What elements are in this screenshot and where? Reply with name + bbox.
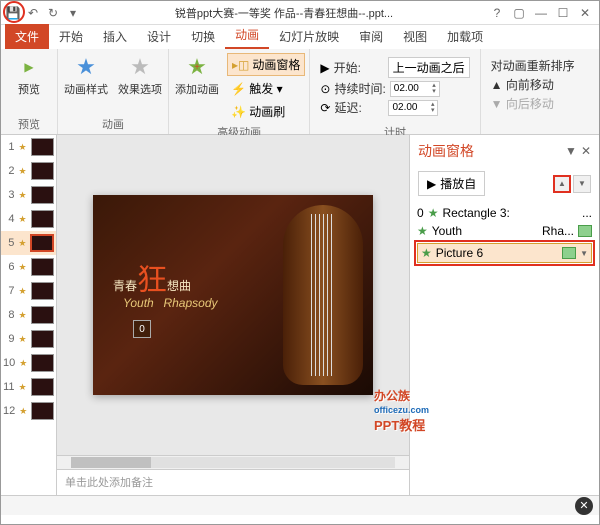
ribbon-toggle-icon[interactable]: ▢ (509, 5, 529, 21)
move-down-button[interactable]: ▼ (573, 175, 591, 193)
animation-painter-button[interactable]: ✨ 动画刷 (227, 101, 305, 122)
minimize-icon[interactable]: — (531, 5, 551, 21)
start-value[interactable]: 上一动画之后 (388, 57, 470, 78)
thumb-10[interactable]: 10★ (1, 351, 56, 375)
duration-label: 持续时间: (334, 80, 385, 97)
qat-more-icon[interactable]: ▾ (65, 5, 81, 21)
thumb-2[interactable]: 2★ (1, 159, 56, 183)
thumb-3[interactable]: 3★ (1, 183, 56, 207)
watermark: 办公族 officezu.com PPT教程 (374, 387, 429, 435)
delay-label: 延迟: (334, 99, 384, 116)
redo-icon[interactable]: ↻ (45, 5, 61, 21)
thumb-4[interactable]: 4★ (1, 207, 56, 231)
tab-transitions[interactable]: 切换 (181, 24, 225, 49)
duration-input[interactable]: 02.00▴▾ (390, 81, 440, 97)
thumb-7[interactable]: 7★ (1, 279, 56, 303)
animation-pane: 动画窗格 ▼ ✕ ▶播放自 ▲ ▼ 0★Rectangle 3:... ★You… (409, 135, 599, 495)
start-label: 开始: (334, 59, 384, 76)
maximize-icon[interactable]: ☐ (553, 5, 573, 21)
thumb-8[interactable]: 8★ (1, 303, 56, 327)
close-icon[interactable]: ✕ (575, 5, 595, 21)
thumb-5[interactable]: 5★ (1, 231, 56, 255)
window-title: 锐普ppt大赛-一等奖 作品--青春狂想曲--.ppt... (81, 5, 487, 21)
anim-style-button[interactable]: ★动画样式 (62, 51, 110, 99)
slide-canvas[interactable]: 青春狂想曲 Youth Rhapsody 0 (93, 195, 373, 395)
move-earlier-button[interactable]: ▲ 向前移动 (491, 76, 575, 93)
ribbon-tabs: 文件 开始 插入 设计 切换 动画 幻灯片放映 审阅 视图 加载项 (1, 25, 599, 49)
undo-icon[interactable]: ↶ (25, 5, 41, 21)
thumb-11[interactable]: 11★ (1, 375, 56, 399)
thumb-9[interactable]: 9★ (1, 327, 56, 351)
tab-design[interactable]: 设计 (137, 24, 181, 49)
tab-review[interactable]: 审阅 (349, 24, 393, 49)
thumb-12[interactable]: 12★ (1, 399, 56, 423)
slide-subtitle: Youth Rhapsody (123, 295, 218, 311)
delay-input[interactable]: 02.00▴▾ (388, 100, 438, 116)
status-close-icon[interactable]: ✕ (575, 497, 593, 515)
status-bar: ✕ (1, 495, 599, 515)
horizontal-scrollbar[interactable] (57, 455, 409, 469)
tab-addins[interactable]: 加载项 (437, 24, 493, 49)
help-icon[interactable]: ? (487, 5, 507, 21)
ribbon: ▶预览 预览 ★动画样式 ★效果选项 动画 ★+添加动画 ▸◫动画窗格 ⚡ 触发… (1, 49, 599, 135)
animation-list: 0★Rectangle 3:... ★YouthRha... ★Picture … (410, 200, 599, 270)
tab-file[interactable]: 文件 (5, 24, 49, 49)
slide-title: 青春狂想曲 (113, 255, 191, 299)
trigger-button[interactable]: ⚡ 触发 ▾ (227, 78, 305, 99)
thumb-6[interactable]: 6★ (1, 255, 56, 279)
effect-options-button[interactable]: ★效果选项 (116, 51, 164, 99)
notes-placeholder[interactable]: 单击此处添加备注 (57, 469, 409, 495)
editor-area: 青春狂想曲 Youth Rhapsody 0 办公族 officezu.com … (57, 135, 409, 495)
tab-slideshow[interactable]: 幻灯片放映 (269, 24, 349, 49)
tab-insert[interactable]: 插入 (93, 24, 137, 49)
animation-pane-button[interactable]: ▸◫动画窗格 (227, 53, 305, 76)
group-preview: 预览 (5, 114, 53, 132)
anim-item-picture6[interactable]: ★Picture 6▼ (417, 243, 592, 263)
pane-dropdown-icon[interactable]: ▼ (565, 144, 577, 158)
anim-item-rectangle[interactable]: 0★Rectangle 3:... (414, 204, 595, 222)
violin-graphic (283, 205, 363, 385)
slide-thumbnails[interactable]: 1★2★3★4★5★6★7★8★9★10★11★12★ (1, 135, 57, 495)
tab-home[interactable]: 开始 (49, 24, 93, 49)
thumb-1[interactable]: 1★ (1, 135, 56, 159)
play-from-button[interactable]: ▶播放自 (418, 171, 485, 196)
tab-animations[interactable]: 动画 (225, 22, 269, 49)
move-later-button[interactable]: ▼ 向后移动 (491, 95, 575, 112)
reorder-label: 对动画重新排序 (491, 57, 575, 74)
workspace: 1★2★3★4★5★6★7★8★9★10★11★12★ 青春狂想曲 Youth … (1, 135, 599, 495)
pane-title: 动画窗格 (418, 141, 474, 161)
group-animation: 动画 (62, 114, 164, 132)
tab-view[interactable]: 视图 (393, 24, 437, 49)
anim-item-youth[interactable]: ★YouthRha... (414, 222, 595, 240)
pane-close-icon[interactable]: ✕ (581, 144, 591, 158)
move-up-button[interactable]: ▲ (553, 175, 571, 193)
add-animation-button[interactable]: ★+添加动画 (173, 51, 221, 99)
titlebar: 💾 ↶ ↻ ▾ 锐普ppt大赛-一等奖 作品--青春狂想曲--.ppt... ?… (1, 1, 599, 25)
save-icon[interactable]: 💾 (5, 5, 21, 21)
slide-object-tag: 0 (133, 320, 151, 338)
preview-button[interactable]: ▶预览 (5, 51, 53, 99)
